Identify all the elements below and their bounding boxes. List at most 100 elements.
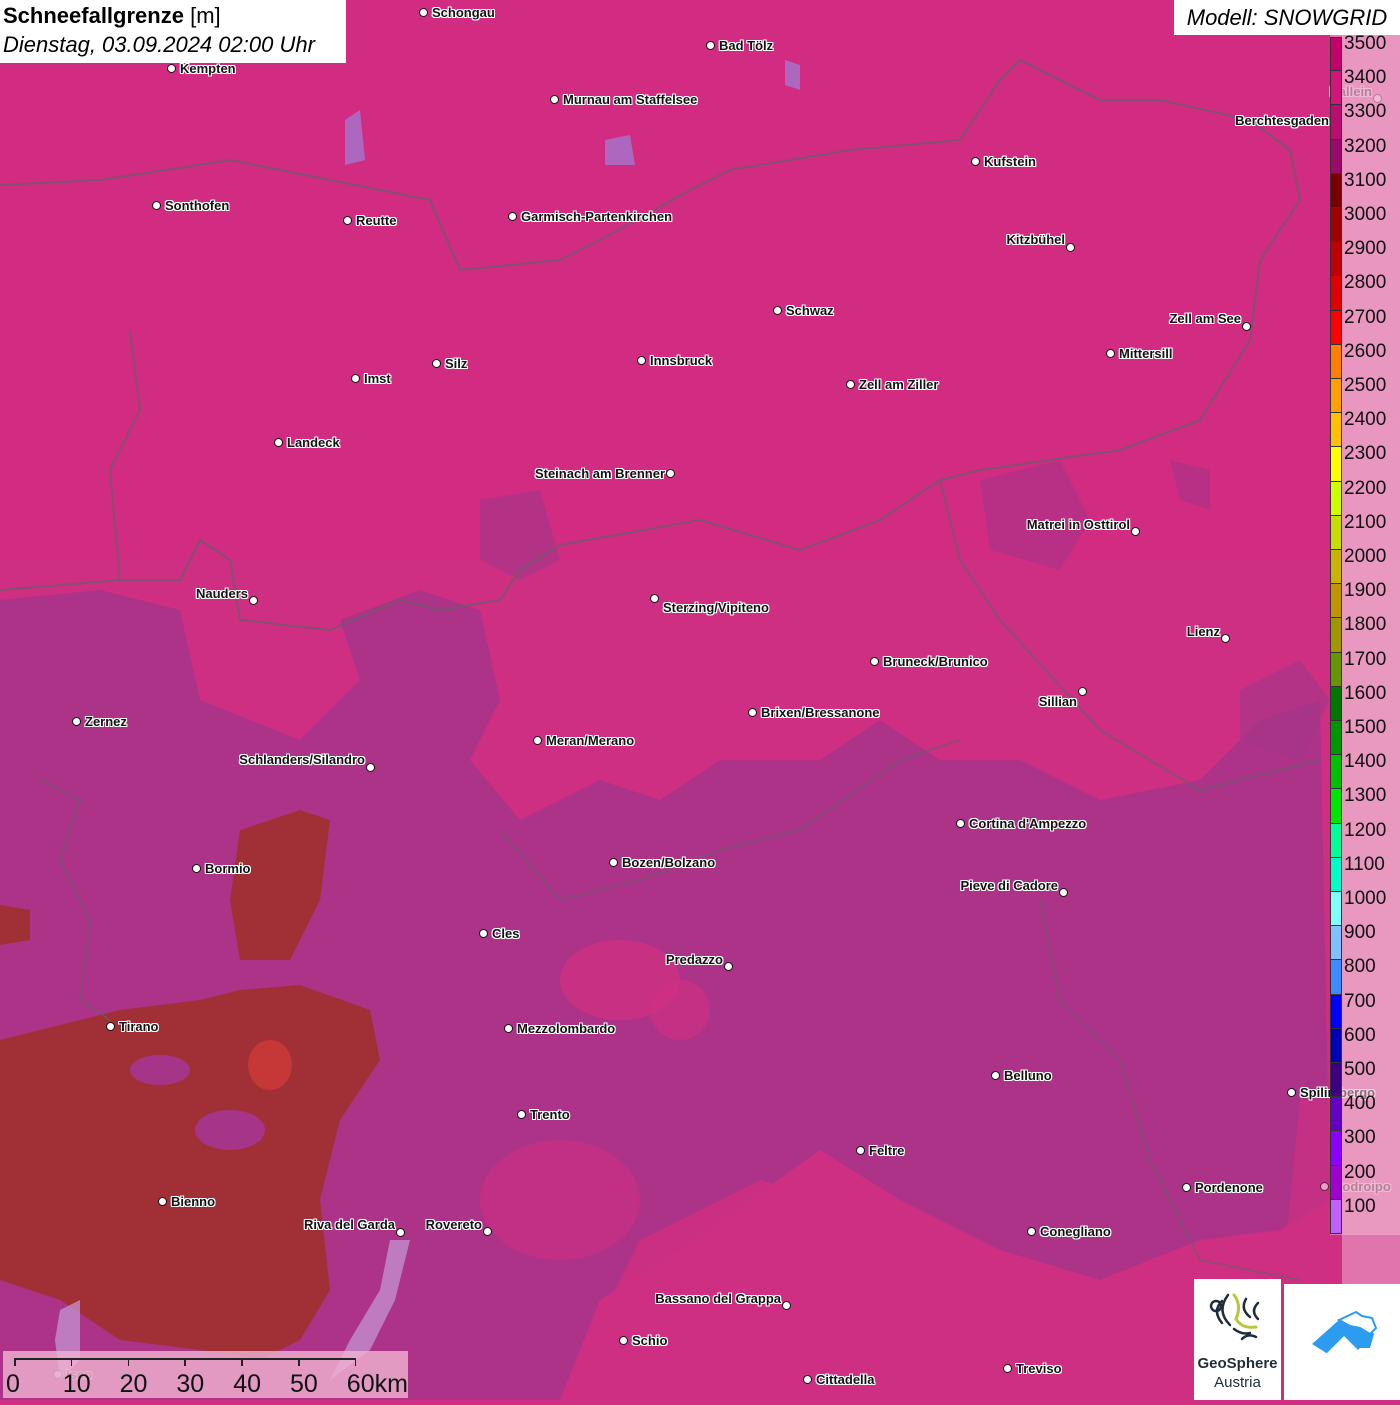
city-marker[interactable] — [517, 1110, 526, 1119]
geosphere-austria-logo[interactable]: GeoSphere Austria — [1194, 1279, 1281, 1400]
city-label[interactable]: Reutte — [356, 213, 396, 228]
city-label[interactable]: Kempten — [180, 61, 236, 76]
city-label[interactable]: Nauders — [196, 586, 248, 601]
city-marker[interactable] — [1078, 687, 1087, 696]
city-marker[interactable] — [619, 1336, 628, 1345]
city-label[interactable]: Predazzo — [666, 952, 723, 967]
city-marker[interactable] — [1066, 243, 1075, 252]
city-label[interactable]: Treviso — [1016, 1361, 1062, 1376]
city-label[interactable]: Bad Tölz — [719, 38, 773, 53]
city-label[interactable]: Matrei in Osttirol — [1027, 517, 1130, 532]
city-marker[interactable] — [1106, 349, 1115, 358]
city-marker[interactable] — [504, 1024, 513, 1033]
city-label[interactable]: Silz — [445, 356, 467, 371]
city-label[interactable]: Rovereto — [426, 1217, 482, 1232]
city-marker[interactable] — [550, 95, 559, 104]
city-label[interactable]: Sonthofen — [165, 198, 229, 213]
city-marker[interactable] — [396, 1228, 405, 1237]
city-marker[interactable] — [1059, 888, 1068, 897]
city-marker[interactable] — [609, 858, 618, 867]
city-label[interactable]: Kitzbühel — [1007, 232, 1066, 247]
city-label[interactable]: Riva del Garda — [304, 1217, 395, 1232]
city-marker[interactable] — [1182, 1183, 1191, 1192]
city-marker[interactable] — [773, 306, 782, 315]
city-marker[interactable] — [856, 1146, 865, 1155]
city-marker[interactable] — [483, 1227, 492, 1236]
city-marker[interactable] — [72, 717, 81, 726]
city-label[interactable]: Tirano — [119, 1019, 159, 1034]
city-marker[interactable] — [637, 356, 646, 365]
city-label[interactable]: Meran/Merano — [546, 733, 634, 748]
city-marker[interactable] — [106, 1022, 115, 1031]
city-label[interactable]: Bozen/Bolzano — [622, 855, 715, 870]
city-marker[interactable] — [192, 864, 201, 873]
city-label[interactable]: Sterzing/Vipiteno — [663, 600, 769, 615]
city-label[interactable]: Berchtesgaden — [1235, 113, 1329, 128]
city-marker[interactable] — [1131, 527, 1140, 536]
city-label[interactable]: Cortina d'Ampezzo — [969, 816, 1086, 831]
city-label[interactable]: Cittadella — [816, 1372, 875, 1387]
city-label[interactable]: Belluno — [1004, 1068, 1052, 1083]
city-marker[interactable] — [650, 594, 659, 603]
city-marker[interactable] — [706, 41, 715, 50]
city-marker[interactable] — [782, 1301, 791, 1310]
city-label[interactable]: Pordenone — [1195, 1180, 1263, 1195]
city-marker[interactable] — [343, 216, 352, 225]
city-marker[interactable] — [1242, 322, 1251, 331]
city-marker[interactable] — [748, 708, 757, 717]
city-marker[interactable] — [1003, 1364, 1012, 1373]
city-label[interactable]: Feltre — [869, 1143, 904, 1158]
city-marker[interactable] — [1320, 1182, 1329, 1191]
city-label[interactable]: Schwaz — [786, 303, 834, 318]
city-label[interactable]: Schio — [632, 1333, 667, 1348]
city-label[interactable]: Garmisch-Partenkirchen — [521, 209, 672, 224]
city-label[interactable]: Lienz — [1187, 624, 1220, 639]
city-marker[interactable] — [1287, 1088, 1296, 1097]
city-label[interactable]: Landeck — [287, 435, 340, 450]
city-label[interactable]: Trento — [530, 1107, 570, 1122]
city-label[interactable]: Zell am See — [1169, 311, 1241, 326]
city-marker[interactable] — [432, 359, 441, 368]
city-label[interactable]: Schongau — [432, 5, 495, 20]
snow-mountain-logo[interactable] — [1284, 1284, 1400, 1400]
city-marker[interactable] — [1221, 634, 1230, 643]
city-label[interactable]: Bormio — [205, 861, 251, 876]
city-marker[interactable] — [724, 962, 733, 971]
city-marker[interactable] — [1027, 1227, 1036, 1236]
city-marker[interactable] — [803, 1375, 812, 1384]
city-label[interactable]: Schlanders/Silandro — [239, 752, 365, 767]
city-label[interactable]: Zell am Ziller — [859, 377, 938, 392]
city-marker[interactable] — [249, 596, 258, 605]
city-label[interactable]: Innsbruck — [650, 353, 712, 368]
city-label[interactable]: Imst — [364, 371, 391, 386]
city-label[interactable]: Conegliano — [1040, 1224, 1111, 1239]
city-label[interactable]: Steinach am Brenner — [535, 466, 665, 481]
city-marker[interactable] — [152, 201, 161, 210]
city-label[interactable]: Brixen/Bressanone — [761, 705, 880, 720]
city-label[interactable]: Mittersill — [1119, 346, 1172, 361]
city-label[interactable]: Kufstein — [984, 154, 1036, 169]
city-label[interactable]: Mezzolombardo — [517, 1021, 615, 1036]
city-marker[interactable] — [956, 819, 965, 828]
city-marker[interactable] — [419, 8, 428, 17]
city-label[interactable]: Bruneck/Brunico — [883, 654, 988, 669]
city-marker[interactable] — [971, 157, 980, 166]
city-marker[interactable] — [508, 212, 517, 221]
city-marker[interactable] — [158, 1197, 167, 1206]
city-marker[interactable] — [479, 929, 488, 938]
city-marker[interactable] — [533, 736, 542, 745]
city-label[interactable]: Murnau am Staffelsee — [563, 92, 697, 107]
city-label[interactable]: Zernez — [85, 714, 127, 729]
city-marker[interactable] — [666, 469, 675, 478]
city-marker[interactable] — [167, 64, 176, 73]
city-label[interactable]: Bienno — [171, 1194, 215, 1209]
city-marker[interactable] — [846, 380, 855, 389]
city-label[interactable]: Sillian — [1039, 694, 1077, 709]
city-marker[interactable] — [870, 657, 879, 666]
city-label[interactable]: Bassano del Grappa — [655, 1291, 781, 1306]
city-label[interactable]: Cles — [492, 926, 519, 941]
city-marker[interactable] — [351, 374, 360, 383]
city-marker[interactable] — [991, 1071, 1000, 1080]
city-label[interactable]: Pieve di Cadore — [960, 878, 1058, 893]
city-marker[interactable] — [366, 763, 375, 772]
